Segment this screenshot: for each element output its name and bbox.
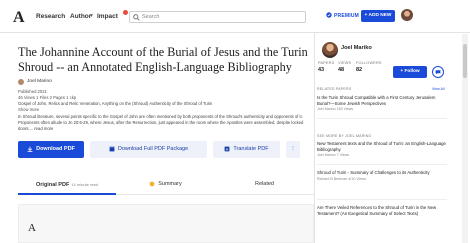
download-icon xyxy=(27,146,33,152)
published-date: Published 2021 xyxy=(18,89,47,94)
add-new-button[interactable]: + ADD NEW xyxy=(361,10,395,22)
more-actions-button[interactable]: ⋮ xyxy=(286,141,300,158)
notification-dot xyxy=(123,10,128,15)
paper-title: The Johannine Account of the Burial of J… xyxy=(18,45,308,74)
related-item-2[interactable]: New Testament texts and the Shroud of Tu… xyxy=(317,141,447,157)
chat-icon xyxy=(435,70,441,75)
tab-summary-label: Summary xyxy=(158,181,182,187)
translate-pdf-button[interactable]: A Translate PDF xyxy=(213,141,280,158)
stat-followers-label: FOLLOWERS xyxy=(356,61,382,65)
author-name[interactable]: Joel Marino xyxy=(27,79,52,84)
tab-related-label: Related xyxy=(255,181,274,187)
chevron-down-icon: ▼ xyxy=(89,13,94,19)
premium-icon xyxy=(326,12,332,18)
stat-papers-value: 43 xyxy=(318,67,325,73)
summary-icon xyxy=(149,181,155,186)
search-input[interactable]: Search xyxy=(142,14,159,20)
user-avatar[interactable] xyxy=(401,9,413,21)
stat-papers-label: PAPERS xyxy=(318,61,335,65)
stat-followers-value: 82 xyxy=(356,67,363,73)
related-title[interactable]: Are There Veiled References to the Shrou… xyxy=(317,205,447,216)
related-title[interactable]: Is the Turin Shroud Compatible with a Fi… xyxy=(317,95,447,106)
nav-impact[interactable]: Impact xyxy=(97,13,118,20)
abstract: In Shroud literature, several points spe… xyxy=(18,114,304,131)
logo[interactable]: A xyxy=(13,9,25,27)
paper-stats: 46 Views 1 Files 2 Pages 1 ckp xyxy=(18,95,77,100)
divider xyxy=(317,118,447,119)
related-meta: Richard B Bertman 4/10 Views xyxy=(317,176,366,181)
follow-button[interactable]: + Follow xyxy=(393,66,427,78)
related-item-4[interactable]: Are There Veiled References to the Shrou… xyxy=(317,205,447,216)
stat-views-value: 48 xyxy=(338,67,345,73)
search-icon xyxy=(133,14,140,21)
show-more-link[interactable]: Show more xyxy=(18,107,39,112)
search-bar[interactable]: Search xyxy=(129,11,306,23)
top-nav: A Research Author ▼ Impact Search PREMIU… xyxy=(0,0,470,33)
add-new-label: ADD NEW xyxy=(368,13,392,18)
related-meta: Joel Marino 183 Views xyxy=(317,107,354,112)
follow-label: Follow xyxy=(404,69,420,74)
more-by-heading: SEE MORE BY JOEL MARINO xyxy=(317,134,372,138)
pdf-preview-glyph: A xyxy=(28,222,36,234)
related-item-3[interactable]: Shroud of Turin - Summary of Challenges … xyxy=(317,170,447,181)
divider xyxy=(317,164,447,165)
pdf-preview[interactable] xyxy=(18,204,314,243)
package-icon xyxy=(109,146,115,151)
related-title[interactable]: Shroud of Turin - Summary of Challenges … xyxy=(317,170,447,176)
related-meta: Joel Marino 7 Views xyxy=(317,153,350,158)
tab-related[interactable]: Related xyxy=(215,174,314,195)
divider xyxy=(317,199,447,200)
related-item-1[interactable]: Is the Turin Shroud Compatible with a Fi… xyxy=(317,95,447,111)
stat-views-label: VIEWS xyxy=(338,61,352,65)
premium-link[interactable]: PREMIUM xyxy=(334,13,359,19)
download-package-button[interactable]: Download Full PDF Package xyxy=(90,141,207,158)
related-heading: RELATED PAPERS xyxy=(317,87,352,91)
download-package-label: Download Full PDF Package xyxy=(117,146,189,152)
tab-original-label: Original PDF xyxy=(36,182,70,188)
paper-tags[interactable]: Gospel of John, Relics and Relic Venerat… xyxy=(18,101,212,106)
translate-pdf-label: Translate PDF xyxy=(233,146,269,152)
tab-original-sub: 14 minute read xyxy=(71,182,98,187)
tab-original-pdf[interactable]: Original PDF 14 minute read xyxy=(18,174,116,195)
scrollbar-thumb[interactable] xyxy=(463,44,467,78)
tab-summary[interactable]: Summary xyxy=(116,174,215,195)
paper-tabs: Original PDF 14 minute read Summary Relat… xyxy=(18,174,314,195)
profile-name[interactable]: Joel Mariko xyxy=(341,45,372,51)
download-pdf-button[interactable]: Download PDF xyxy=(18,141,84,158)
profile-avatar[interactable] xyxy=(322,42,338,58)
author-avatar xyxy=(18,79,24,85)
message-button[interactable] xyxy=(432,66,444,78)
translate-icon: A xyxy=(224,146,230,151)
download-pdf-label: Download PDF xyxy=(36,146,75,152)
nav-research[interactable]: Research xyxy=(36,13,65,20)
view-all-link[interactable]: View All xyxy=(432,87,445,91)
related-title[interactable]: New Testament texts and the Shroud of Tu… xyxy=(317,141,447,152)
